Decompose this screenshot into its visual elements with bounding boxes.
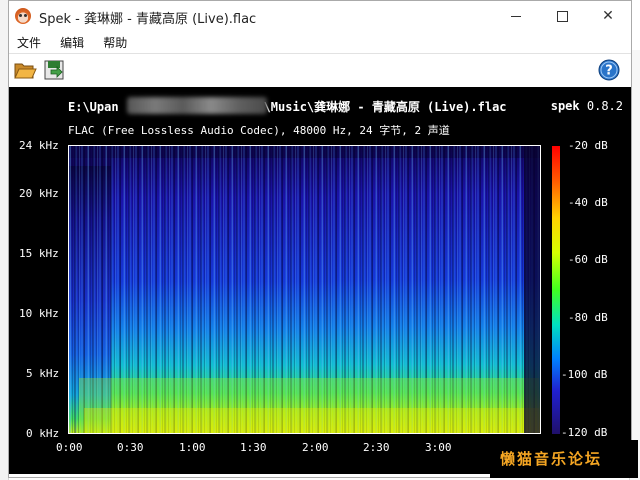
db-tick-label: -20 dB [568, 139, 608, 152]
x-tick-label: 2:00 [302, 441, 329, 454]
db-tick-label: -100 dB [561, 368, 608, 381]
y-tick-label: 24 kHz [19, 139, 59, 152]
x-tick-label: 2:30 [363, 441, 390, 454]
spectrogram-plot [68, 145, 541, 434]
x-tick-label: 3:00 [425, 441, 452, 454]
save-export-icon[interactable] [42, 58, 66, 82]
y-tick-label: 10 kHz [19, 307, 59, 320]
title-bar[interactable]: Spek - 龚琳娜 - 青藏高原 (Live).flac ✕ [9, 1, 631, 32]
y-tick-label: 5 kHz [26, 367, 60, 380]
y-tick-label: 0 kHz [26, 427, 60, 440]
watermark-text: 懒猫音乐论坛 [500, 450, 603, 468]
window-title: Spek - 龚琳娜 - 青藏高原 (Live).flac [39, 12, 257, 27]
x-tick-label: 1:30 [240, 441, 267, 454]
help-icon[interactable]: ? [597, 58, 621, 82]
x-tick-label: 0:00 [56, 441, 83, 454]
y-tick-label: 15 kHz [19, 247, 59, 260]
redacted-path-mask [127, 97, 267, 114]
db-tick-label: -40 dB [568, 196, 608, 209]
svg-text:?: ? [605, 64, 613, 79]
close-button[interactable]: ✕ [585, 1, 631, 32]
minimize-button[interactable] [493, 1, 539, 32]
audio-info: FLAC (Free Lossless Audio Codec), 48000 … [68, 124, 450, 137]
y-tick-label: 20 kHz [19, 187, 59, 200]
menu-help[interactable]: 帮助 [97, 32, 133, 53]
menu-edit[interactable]: 编辑 [54, 32, 90, 53]
x-tick-label: 1:00 [179, 441, 206, 454]
db-tick-label: -120 dB [561, 426, 608, 439]
db-colorbar [552, 146, 560, 434]
db-tick-label: -80 dB [568, 311, 608, 324]
x-tick-label: 0:30 [117, 441, 144, 454]
spectrogram-panel: E:\Upan \Music\龚琳娜 - 青藏高原 (Live).flac spe… [9, 87, 631, 474]
maximize-button[interactable] [539, 1, 585, 32]
db-tick-label: -60 dB [568, 253, 608, 266]
menu-bar: 文件 编辑 帮助 [9, 32, 631, 52]
folder-open-icon[interactable] [13, 58, 37, 82]
app-brand: spek 0.8.2 [550, 99, 623, 113]
spek-app-icon [15, 8, 31, 24]
toolbar: ? [9, 53, 631, 86]
spek-window: Spek - 龚琳娜 - 青藏高原 (Live).flac ✕ 文件 编辑 帮助 [8, 0, 632, 478]
forum-watermark: 懒猫音乐论坛 [490, 440, 638, 478]
menu-file[interactable]: 文件 [11, 32, 47, 53]
